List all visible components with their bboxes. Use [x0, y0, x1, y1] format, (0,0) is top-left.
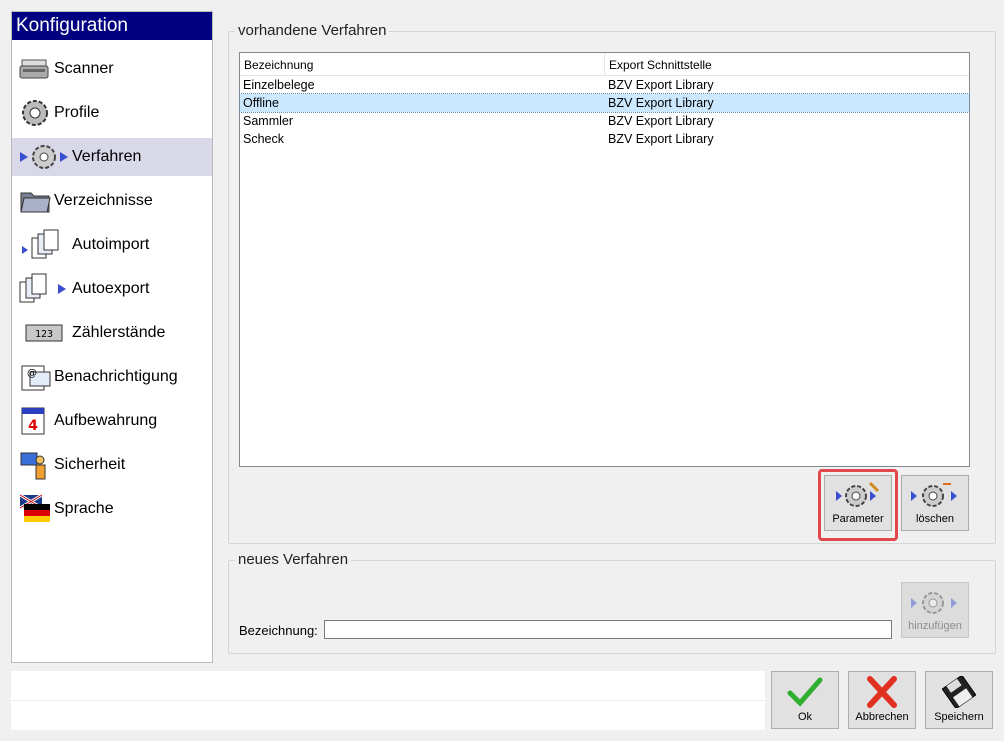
row-export: BZV Export Library: [608, 96, 714, 110]
sidebar-title: Konfiguration: [12, 12, 212, 40]
sidebar-item-label: Profile: [54, 104, 100, 121]
row-name: Scheck: [243, 132, 284, 146]
sidebar-item-label: Sprache: [54, 500, 114, 517]
procedures-list[interactable]: Bezeichnung Export Schnittstelle Einzelb…: [239, 52, 970, 467]
table-row[interactable]: Sammler BZV Export Library: [240, 112, 969, 130]
save-button[interactable]: Speichern: [925, 671, 993, 729]
mail-icon: @: [21, 365, 51, 391]
user-computer-icon: [20, 452, 46, 480]
delete-button[interactable]: löschen: [901, 475, 969, 531]
scanner-icon: [19, 59, 49, 79]
save-button-label: Speichern: [934, 711, 984, 723]
sidebar-item-zaehlerstaende[interactable]: 123 Zählerstände: [12, 314, 212, 352]
sidebar-item-sprache[interactable]: Sprache: [12, 490, 212, 528]
group-title: vorhandene Verfahren: [235, 22, 390, 39]
svg-text:4: 4: [28, 418, 38, 434]
sidebar-item-autoimport[interactable]: Autoimport: [12, 226, 212, 264]
status-line-1: [11, 671, 765, 700]
row-export: BZV Export Library: [608, 78, 714, 92]
column-header-bezeichnung[interactable]: Bezeichnung: [244, 58, 313, 72]
list-header: Bezeichnung Export Schnittstelle: [240, 53, 969, 76]
sidebar-item-autoexport[interactable]: Autoexport: [12, 270, 212, 308]
ok-button-label: Ok: [797, 711, 813, 723]
name-input[interactable]: [324, 620, 892, 639]
sidebar-item-verzeichnisse[interactable]: Verzeichnisse: [12, 182, 212, 220]
sidebar-item-label: Zählerstände: [72, 324, 166, 341]
status-line-2: [11, 701, 765, 730]
gear-remove-icon: [911, 483, 957, 507]
add-button[interactable]: hinzufügen: [901, 582, 969, 638]
column-separator[interactable]: [604, 53, 605, 75]
sidebar-item-label: Autoexport: [72, 280, 150, 297]
documents-export-icon: [19, 273, 66, 303]
row-name: Sammler: [243, 114, 294, 128]
gear-add-icon: [911, 592, 957, 614]
svg-text:@: @: [27, 368, 37, 379]
close-icon: [867, 676, 897, 708]
sidebar-item-profile[interactable]: Profile: [12, 94, 212, 132]
sidebar-item-label: Autoimport: [72, 236, 150, 253]
sidebar-item-verfahren[interactable]: Verfahren: [12, 138, 212, 176]
gear-arrows-icon: [20, 145, 68, 169]
sidebar-item-label: Verfahren: [72, 148, 142, 165]
row-export: BZV Export Library: [608, 132, 714, 146]
sidebar-item-sicherheit[interactable]: Sicherheit: [12, 446, 212, 484]
checkmark-icon: [787, 677, 823, 707]
gear-icon: [22, 100, 48, 126]
sidebar-item-scanner[interactable]: Scanner: [12, 50, 212, 88]
cancel-button-label: Abbrechen: [855, 711, 909, 723]
row-name: Einzelbelege: [243, 78, 315, 92]
documents-import-icon: [22, 229, 59, 259]
add-button-label: hinzufügen: [908, 620, 962, 632]
row-export: BZV Export Library: [608, 114, 714, 128]
sidebar-item-benachrichtigung[interactable]: @ Benachrichtigung: [12, 358, 212, 396]
table-row[interactable]: Scheck BZV Export Library: [240, 130, 969, 148]
floppy-disk-icon: [942, 676, 976, 708]
table-row[interactable]: Einzelbelege BZV Export Library: [240, 76, 969, 94]
name-field-label: Bezeichnung:: [239, 623, 318, 638]
row-name: Offline: [243, 96, 279, 110]
flag-icon: [19, 493, 50, 522]
delete-button-label: löschen: [916, 513, 954, 525]
sidebar-item-label: Aufbewahrung: [54, 412, 158, 429]
sidebar-item-label: Scanner: [54, 60, 114, 77]
cancel-button[interactable]: Abbrechen: [848, 671, 916, 729]
calendar-icon: 4: [21, 407, 45, 435]
column-header-export[interactable]: Export Schnittstelle: [609, 58, 712, 72]
highlight-frame: [818, 469, 898, 541]
ok-button[interactable]: Ok: [771, 671, 839, 729]
new-procedure-group: neues Verfahren: [228, 551, 996, 654]
folder-icon: [20, 192, 51, 213]
group-title: neues Verfahren: [235, 551, 352, 568]
sidebar-item-label: Sicherheit: [54, 456, 126, 473]
svg-text:123: 123: [35, 329, 53, 340]
table-row[interactable]: Offline BZV Export Library: [239, 93, 970, 113]
sidebar-item-label: Verzeichnisse: [54, 192, 153, 209]
sidebar-item-aufbewahrung[interactable]: 4 Aufbewahrung: [12, 402, 212, 440]
sidebar: Konfiguration Scanner Profile Verfahren …: [11, 11, 213, 663]
counter-icon: 123: [25, 324, 63, 342]
sidebar-item-label: Benachrichtigung: [54, 368, 178, 385]
